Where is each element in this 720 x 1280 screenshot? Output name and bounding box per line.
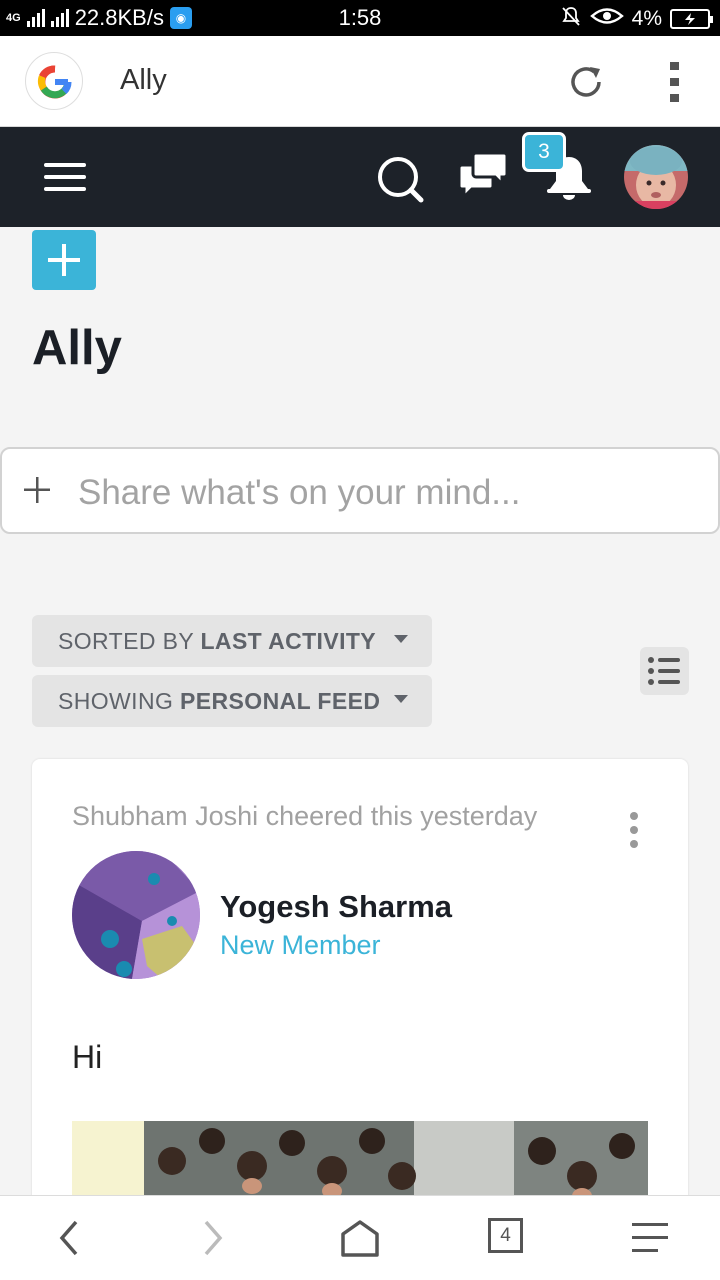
sort-prefix: SORTED BY: [58, 628, 194, 654]
activity-line: Shubham Joshi cheered this yesterday: [72, 801, 538, 831]
list-icon: [648, 657, 680, 685]
post-text: Hi: [72, 1039, 103, 1075]
page-title: Ally: [32, 321, 122, 375]
home-icon[interactable]: [340, 1218, 380, 1263]
share-placeholder: Share what's on your mind...: [78, 473, 521, 512]
caret-down-icon: [394, 695, 408, 703]
browser-toolbar: Ally: [0, 36, 720, 127]
add-button[interactable]: [32, 230, 96, 290]
reload-icon[interactable]: [566, 62, 606, 102]
caret-down-icon: [394, 635, 408, 643]
more-menu-icon[interactable]: [660, 60, 690, 104]
notification-count-badge: 3: [522, 132, 566, 172]
search-icon[interactable]: [376, 155, 424, 203]
browser-title: Ally: [120, 64, 167, 96]
browser-bottom-nav: 4: [0, 1195, 720, 1280]
google-logo-icon[interactable]: [25, 52, 83, 110]
plus-icon: [22, 475, 52, 505]
tabs-button[interactable]: 4: [488, 1218, 523, 1253]
sort-value: LAST ACTIVITY: [200, 628, 377, 654]
show-value: PERSONAL FEED: [180, 688, 381, 714]
show-prefix: SHOWING: [58, 688, 174, 714]
back-icon[interactable]: [52, 1218, 86, 1263]
status-bar: 4G 22.8KB/s ◉ 1:58 4%: [0, 0, 720, 36]
battery-icon: [670, 9, 713, 29]
list-view-button[interactable]: [640, 647, 689, 695]
battery-percent: 4%: [631, 7, 662, 30]
share-post-input[interactable]: Share what's on your mind...: [0, 447, 720, 534]
user-avatar[interactable]: [624, 145, 688, 209]
feed-filter-dropdown[interactable]: SHOWING PERSONAL FEED: [32, 675, 432, 727]
forward-icon[interactable]: [196, 1218, 230, 1263]
author-role: New Member: [220, 930, 381, 960]
hamburger-menu-icon[interactable]: [44, 161, 88, 193]
author-name[interactable]: Yogesh Sharma: [220, 889, 452, 925]
plus-icon: [48, 244, 80, 276]
sort-dropdown[interactable]: SORTED BY LAST ACTIVITY: [32, 615, 432, 667]
post-options-icon[interactable]: [628, 811, 640, 851]
mute-icon: [560, 5, 582, 33]
messages-icon[interactable]: [457, 151, 510, 201]
browser-menu-icon[interactable]: [630, 1218, 670, 1263]
site-header: 3: [0, 127, 720, 227]
eye-icon: [589, 5, 624, 33]
author-avatar[interactable]: [72, 851, 200, 979]
